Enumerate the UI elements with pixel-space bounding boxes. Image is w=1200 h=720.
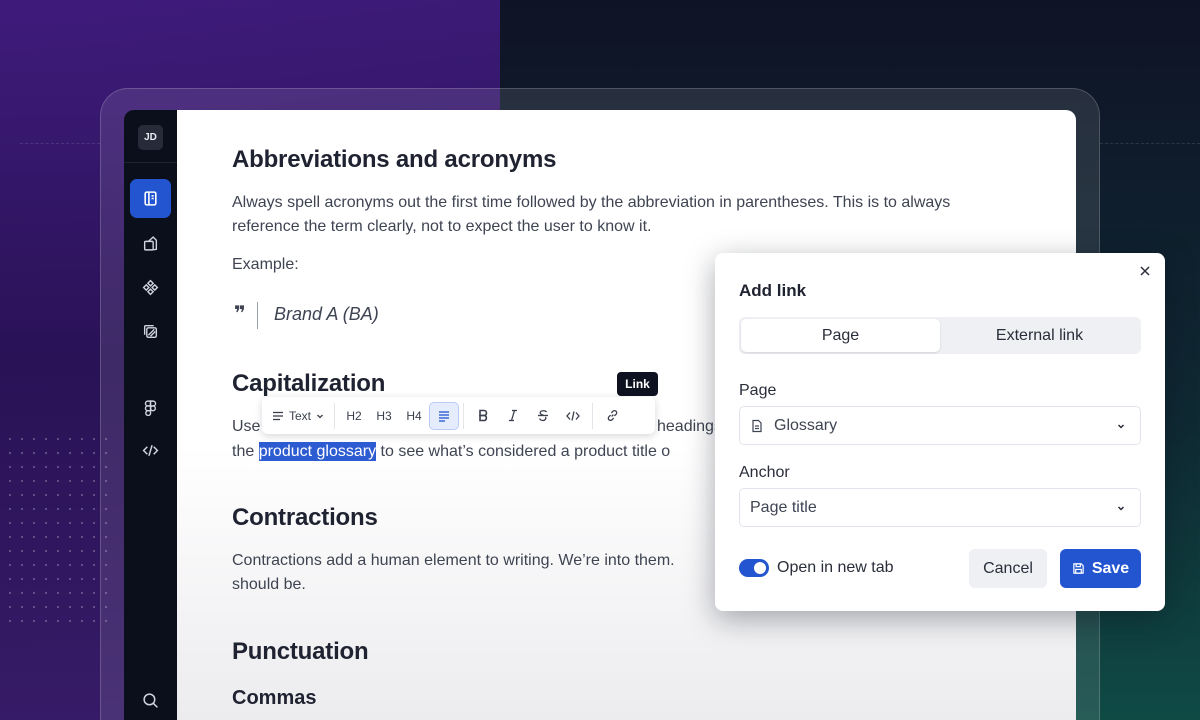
link-type-tabs: Page External link [739, 317, 1141, 354]
chevron-down-icon [1117, 506, 1125, 511]
text-fragment: to see what’s considered a product title… [376, 443, 671, 460]
h4-button[interactable]: H4 [399, 402, 429, 430]
text-fragment: the [232, 443, 259, 460]
sidebar-item-code[interactable] [130, 431, 171, 470]
toolbar-divider [592, 402, 594, 429]
close-icon[interactable] [1137, 263, 1153, 279]
heading-capitalization: Capitalization [232, 370, 386, 397]
link-tooltip: Link [617, 372, 658, 396]
quote-text: Brand A (BA) [274, 304, 379, 324]
anchor-select[interactable]: Page title [739, 488, 1141, 527]
chevron-down-icon [1117, 424, 1125, 429]
bold-button[interactable] [468, 402, 498, 430]
strikethrough-icon [538, 410, 549, 422]
decor-dash [20, 143, 100, 144]
link-button[interactable] [597, 402, 627, 430]
sidebar: JD [124, 110, 177, 720]
heading-abbreviations: Abbreviations and acronyms [232, 146, 557, 173]
page-label: Page [739, 382, 777, 399]
bold-icon [479, 409, 488, 422]
anchor-label: Anchor [739, 464, 790, 481]
paragraph-cap-line2: the product glossary to see what’s consi… [232, 440, 752, 464]
sidebar-item-search[interactable] [130, 681, 171, 720]
sidebar-item-components[interactable] [130, 268, 171, 307]
h3-button[interactable]: H3 [369, 402, 399, 430]
sidebar-item-layers[interactable] [130, 312, 171, 351]
code-icon [142, 444, 159, 457]
add-link-dialog: Add link Page External link Page Glossar… [715, 253, 1165, 611]
text-style-dropdown[interactable]: Text [266, 402, 330, 430]
sidebar-divider [124, 162, 177, 163]
open-new-tab-label: Open in new tab [777, 559, 894, 576]
toolbar-divider [334, 402, 336, 429]
sidebar-item-shapes[interactable] [130, 224, 171, 263]
dialog-title: Add link [739, 281, 807, 300]
tab-page[interactable]: Page [741, 319, 940, 352]
paragraph-abbreviations: Always spell acronyms out the first time… [232, 194, 951, 235]
code-button[interactable] [558, 402, 588, 430]
components-icon [142, 279, 159, 296]
sidebar-item-figma[interactable] [130, 388, 171, 427]
chevron-down-icon [317, 414, 323, 418]
cancel-button[interactable]: Cancel [969, 549, 1047, 588]
paragraph-icon [273, 411, 283, 420]
document-icon [752, 419, 762, 432]
quote-bar [257, 302, 258, 329]
selected-link-text[interactable]: product glossary [258, 442, 377, 461]
avatar[interactable]: JD [138, 125, 163, 150]
book-icon [144, 191, 157, 206]
save-button-label: Save [1091, 559, 1130, 577]
sidebar-item-docs[interactable] [130, 179, 171, 218]
h2-button[interactable]: H2 [339, 402, 369, 430]
page-select-value: Glossary [774, 416, 838, 434]
text-style-label: Text [289, 408, 312, 423]
quote-icon: ❞ [234, 303, 246, 325]
format-toolbar: Text H2 H3 H4 [262, 397, 655, 434]
layers-icon [143, 324, 158, 339]
page-select[interactable]: Glossary [739, 406, 1141, 445]
search-icon [143, 693, 158, 708]
heading-commas: Commas [232, 687, 317, 709]
heading-contractions: Contractions [232, 504, 378, 531]
heading-punctuation: Punctuation [232, 638, 369, 665]
shapes-icon [143, 236, 158, 251]
figma-icon [144, 400, 157, 416]
italic-button[interactable] [498, 402, 528, 430]
paragraph-button[interactable] [429, 401, 460, 430]
open-new-tab-toggle[interactable] [739, 559, 769, 577]
save-icon [1073, 563, 1084, 574]
tab-external-link[interactable]: External link [940, 319, 1139, 352]
strikethrough-button[interactable] [528, 402, 558, 430]
toolbar-divider [463, 402, 465, 429]
paragraph-cap-line1-start: Use [232, 418, 261, 435]
anchor-select-value: Page title [750, 498, 817, 516]
link-icon [607, 410, 617, 421]
code-icon [566, 410, 580, 421]
decor-dot-grid [4, 432, 114, 632]
italic-icon [509, 409, 518, 422]
align-left-icon [439, 410, 450, 422]
decor-dash [1100, 143, 1200, 144]
save-button[interactable]: Save [1060, 549, 1141, 588]
